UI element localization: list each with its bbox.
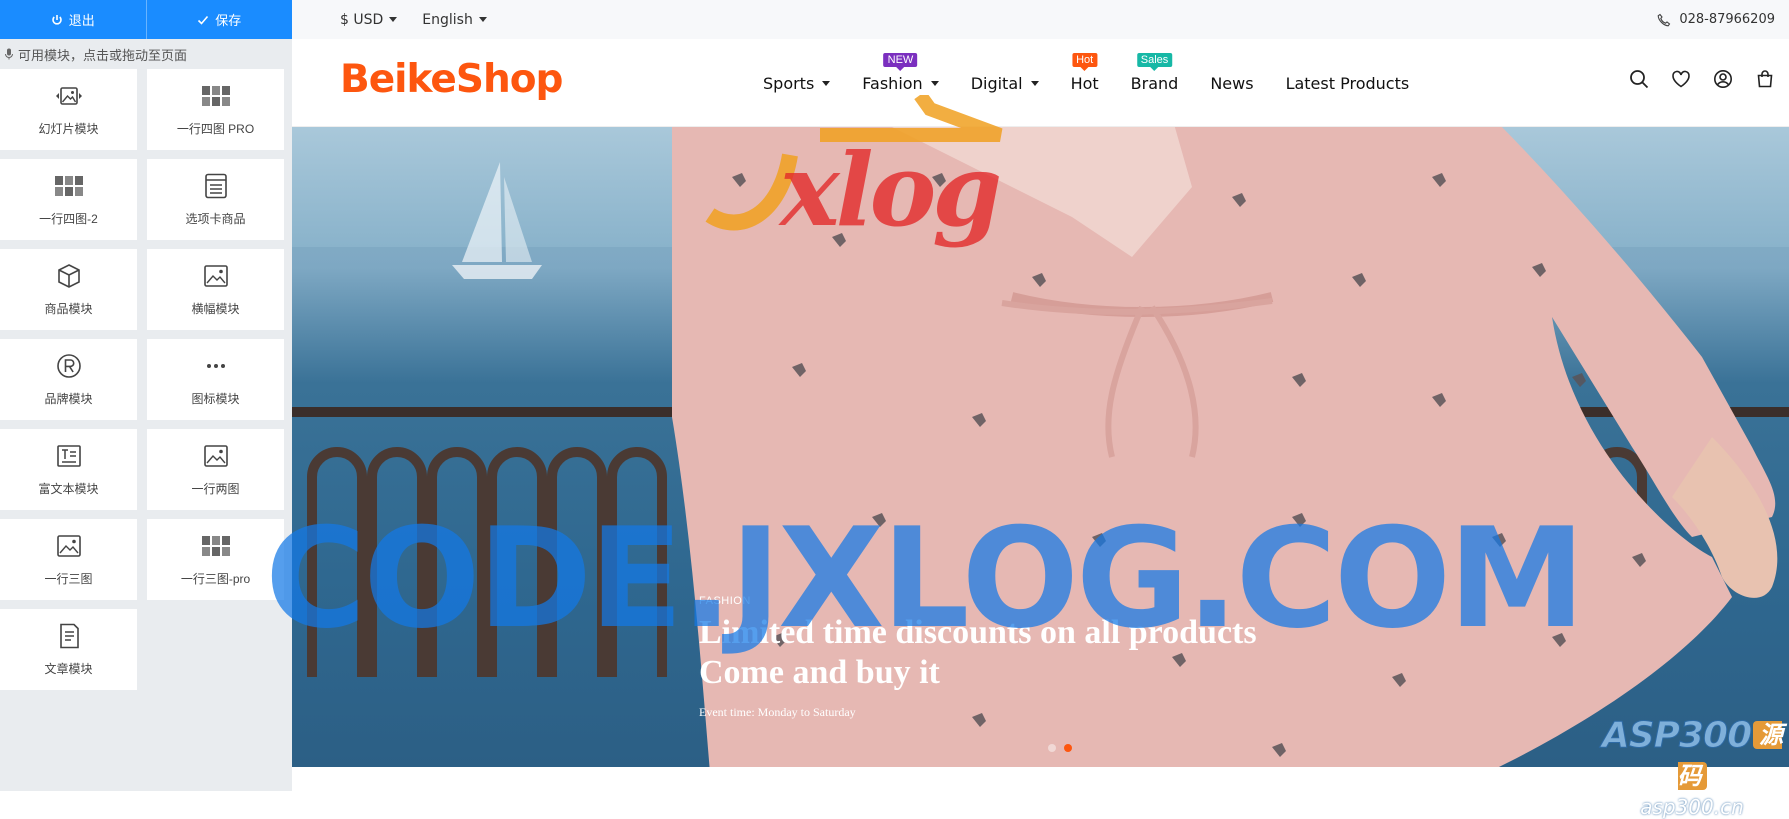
power-icon <box>51 14 62 25</box>
slide-dot[interactable] <box>1048 744 1056 752</box>
module-tile[interactable]: 富文本模块 <box>0 429 137 510</box>
nav-item-label: Fashion <box>862 73 923 93</box>
slide-pagination <box>1048 744 1072 752</box>
module-tile-label: 品牌模块 <box>44 391 93 406</box>
save-label: 保存 <box>215 13 242 28</box>
nav-item-label: Brand <box>1130 73 1179 93</box>
contact-phone: 028-87966209 <box>1657 12 1775 27</box>
nav-item-label: Latest Products <box>1285 73 1410 93</box>
article-icon <box>54 623 84 652</box>
hero-title-line2: Come and buy it <box>699 654 940 691</box>
phone-icon <box>1657 13 1671 26</box>
four-images-icon <box>201 533 231 562</box>
nav-item-hot[interactable]: Hot Hot <box>1070 52 1099 93</box>
phone-number: 028-87966209 <box>1679 12 1775 27</box>
module-tile-label: 富文本模块 <box>38 481 99 496</box>
nav-item-news[interactable]: News <box>1210 74 1253 93</box>
modules-hint: 可用模块，点击或拖动至页面 <box>0 39 292 69</box>
nav-item-label: Digital <box>970 73 1023 93</box>
currency-select[interactable]: $ USD <box>340 11 398 28</box>
image-icon <box>54 533 84 562</box>
module-editor-panel: 退出 保存 可用模块，点击或拖动至页面 幻灯片模块 一行四图 PRO 一行四图-2 选… <box>0 0 292 791</box>
four-images-icon <box>54 173 84 202</box>
save-button[interactable]: 保存 <box>145 0 293 39</box>
caret-down-icon <box>822 80 831 86</box>
svg-text:xlog: xlog <box>778 131 999 249</box>
nav-item-label: News <box>1210 73 1254 93</box>
exit-button[interactable]: 退出 <box>0 0 146 39</box>
module-tile-label: 幻灯片模块 <box>38 121 99 136</box>
module-tile-label: 一行四图-2 <box>39 211 98 226</box>
mic-icon <box>5 48 13 60</box>
module-tile-label: 一行三图 <box>44 571 93 586</box>
module-tile[interactable]: 文章模块 <box>0 609 137 690</box>
language-select[interactable]: English <box>422 12 487 28</box>
product-box-icon <box>54 263 84 292</box>
header-actions <box>1629 69 1775 89</box>
nav-badge: Hot <box>1072 52 1098 71</box>
module-tile-label: 文章模块 <box>44 661 93 676</box>
image-icon <box>201 443 231 472</box>
caret-down-icon <box>1030 80 1039 86</box>
module-tile[interactable]: 一行三图-pro <box>147 519 284 600</box>
nav-item-brand[interactable]: Brand Sales <box>1130 52 1179 93</box>
module-tile[interactable]: 选项卡商品 <box>147 159 284 240</box>
module-tile[interactable]: 图标模块 <box>147 339 284 420</box>
slideshow-icon <box>54 83 84 112</box>
exit-label: 退出 <box>68 13 95 28</box>
module-tile-label: 一行三图-pro <box>180 571 251 586</box>
check-icon <box>198 15 209 25</box>
module-tile[interactable]: 一行四图-2 <box>0 159 137 240</box>
module-tile-label: 横幅模块 <box>191 301 240 316</box>
currency-value: $ USD <box>340 11 384 28</box>
caret-down-icon <box>478 17 487 22</box>
jxlog-watermark-logo: xlog <box>705 95 1003 249</box>
asp300-url: asp300.cn <box>1640 795 1744 819</box>
tabs-list-icon <box>201 173 231 202</box>
module-tile[interactable]: 幻灯片模块 <box>0 69 137 150</box>
registered-icon <box>54 353 84 382</box>
module-tile[interactable]: 一行三图 <box>0 519 137 600</box>
module-tile-label: 选项卡商品 <box>185 211 246 226</box>
nav-item-latest-products[interactable]: Latest Products <box>1286 74 1410 93</box>
rich-text-icon <box>54 443 84 472</box>
nav-badge: Sales <box>1136 52 1173 71</box>
module-tile-label: 一行四图 PRO <box>176 121 255 136</box>
modules-hint-text: 可用模块，点击或拖动至页面 <box>18 47 188 63</box>
four-images-icon <box>201 83 231 112</box>
module-tile-label: 一行两图 <box>191 481 240 496</box>
code-jxlog-watermark: CODE.JXLOG.COM <box>265 498 1586 659</box>
hero-subtitle: Event time: Monday to Saturday <box>699 705 856 719</box>
module-tile[interactable]: 横幅模块 <box>147 249 284 330</box>
editor-toolbar: 退出 保存 <box>0 0 292 39</box>
store-logo[interactable]: BeikeShop <box>340 57 563 102</box>
cart-icon[interactable] <box>1755 69 1775 89</box>
nav-item-sports[interactable]: Sports <box>763 73 831 93</box>
search-icon[interactable] <box>1629 69 1649 89</box>
module-tile[interactable]: 品牌模块 <box>0 339 137 420</box>
slide-dot[interactable] <box>1064 744 1072 752</box>
module-tile[interactable]: 商品模块 <box>0 249 137 330</box>
language-value: English <box>422 11 473 28</box>
hero-sailboat-image <box>452 162 542 279</box>
heart-icon[interactable] <box>1671 69 1691 89</box>
nav-item-digital[interactable]: Digital <box>971 74 1039 93</box>
nav-badge: NEW <box>883 52 918 71</box>
module-tile[interactable]: 一行两图 <box>147 429 284 510</box>
nav-item-label: Sports <box>763 73 815 93</box>
top-utility-bar: $ USD English 028-87966209 <box>292 0 1789 39</box>
image-icon <box>201 263 231 292</box>
nav-item-label: Hot <box>1070 73 1099 93</box>
caret-down-icon <box>389 17 398 22</box>
module-tile[interactable]: 一行四图 PRO <box>147 69 284 150</box>
module-tile-label: 图标模块 <box>191 391 240 406</box>
module-tile-label: 商品模块 <box>44 301 93 316</box>
dots-icon <box>201 353 231 382</box>
caret-down-icon <box>930 80 939 86</box>
module-grid: 幻灯片模块 一行四图 PRO 一行四图-2 选项卡商品商品模块 横幅模块品牌模块 图标模块… <box>0 69 292 690</box>
asp300-watermark: ASP300 源码 asp300.cn <box>1595 715 1789 819</box>
nav-item-fashion[interactable]: Fashion NEW <box>862 52 939 93</box>
asp300-brand: ASP300 <box>1601 715 1752 757</box>
account-icon[interactable] <box>1713 69 1733 89</box>
